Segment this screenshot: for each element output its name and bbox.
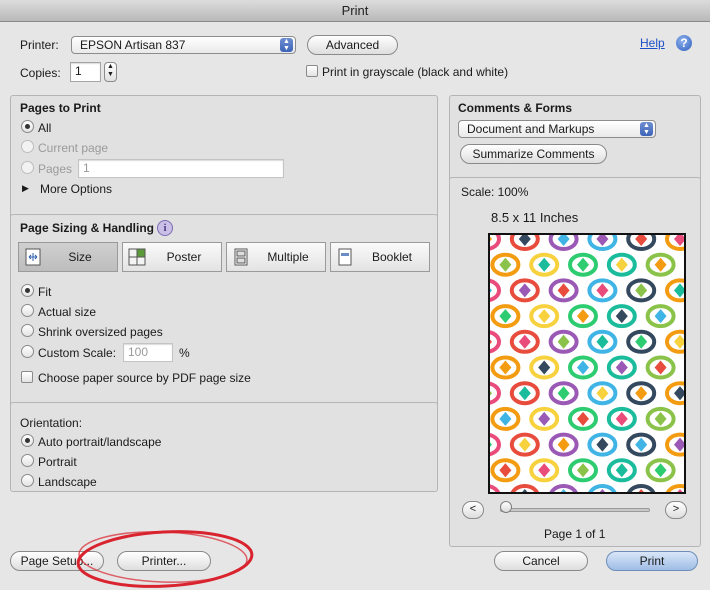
print-button[interactable]: Print <box>606 551 698 571</box>
summarize-comments-button[interactable]: Summarize Comments <box>460 144 607 164</box>
page-slider-thumb[interactable] <box>500 501 512 513</box>
booklet-tab-label: Booklet <box>371 250 413 264</box>
printer-label: Printer: <box>20 38 59 52</box>
multiple-tab[interactable]: Multiple <box>226 242 326 272</box>
booklet-tab[interactable]: Booklet <box>330 242 430 272</box>
copies-stepper[interactable]: ▲ ▼ <box>104 62 117 82</box>
advanced-button[interactable]: Advanced <box>307 35 398 55</box>
comments-forms-select-value: Document and Markups <box>467 122 595 136</box>
more-options-label[interactable]: More Options <box>40 182 112 196</box>
portrait-label: Portrait <box>38 455 77 469</box>
pages-range-field[interactable]: 1 <box>78 159 284 178</box>
printer-select[interactable]: EPSON Artisan 837 ▲ ▼ <box>71 36 296 54</box>
custom-scale-label: Custom Scale: <box>38 346 117 360</box>
paper-source-checkbox[interactable] <box>21 371 33 383</box>
size-tab-label: Size <box>68 250 92 264</box>
next-page-button[interactable]: > <box>665 501 687 519</box>
scale-label: Scale: 100% <box>461 185 529 199</box>
select-arrows-icon: ▲ ▼ <box>640 122 653 136</box>
multiple-pages-icon <box>234 248 248 266</box>
custom-scale-radio[interactable] <box>21 345 34 358</box>
portrait-radio[interactable] <box>21 454 34 467</box>
auto-orientation-radio[interactable] <box>21 434 34 447</box>
help-icon[interactable]: ? <box>676 35 692 51</box>
more-options-triangle-icon[interactable]: ▶ <box>22 183 29 194</box>
landscape-radio[interactable] <box>21 474 34 487</box>
all-pages-radio[interactable] <box>21 120 34 133</box>
orientation-title: Orientation: <box>20 416 83 430</box>
poster-tab-label: Poster <box>166 250 202 264</box>
auto-orientation-label: Auto portrait/landscape <box>38 435 162 449</box>
paper-source-label: Choose paper source by PDF page size <box>38 371 251 385</box>
grayscale-label: Print in grayscale (black and white) <box>322 65 509 79</box>
booklet-icon <box>338 248 352 266</box>
fit-label: Fit <box>38 285 52 299</box>
help-link[interactable]: Help <box>640 36 665 50</box>
current-page-radio[interactable] <box>21 140 34 153</box>
page-preview <box>471 227 710 508</box>
actual-size-label: Actual size <box>38 305 97 319</box>
all-pages-label: All <box>38 121 52 135</box>
grayscale-checkbox[interactable] <box>306 65 318 77</box>
pages-range-label: Pages <box>38 162 73 176</box>
shrink-oversized-label: Shrink oversized pages <box>38 325 163 339</box>
page-sizing-title: Page Sizing & Handling <box>20 221 155 235</box>
actual-size-radio[interactable] <box>21 304 34 317</box>
preview-pattern <box>471 227 710 508</box>
percent-label: % <box>179 346 190 360</box>
size-icon <box>25 248 41 266</box>
select-arrows-icon: ▲ ▼ <box>280 38 293 52</box>
page-size-label: 8.5 x 11 Inches <box>491 210 579 225</box>
cancel-button[interactable]: Cancel <box>494 551 588 571</box>
window-title: Print <box>0 0 710 22</box>
size-tab[interactable]: Size <box>18 242 118 272</box>
multiple-tab-label: Multiple <box>267 250 309 264</box>
landscape-label: Landscape <box>38 475 97 489</box>
page-slider-track[interactable] <box>500 508 650 512</box>
shrink-oversized-radio[interactable] <box>21 324 34 337</box>
copies-label: Copies: <box>20 66 61 80</box>
fit-radio[interactable] <box>21 284 34 297</box>
info-icon[interactable]: i <box>157 220 173 236</box>
comments-forms-title: Comments & Forms <box>458 101 573 115</box>
print-dialog: Printer: EPSON Artisan 837 ▲ ▼ Advanced H… <box>0 22 710 590</box>
printer-select-value: EPSON Artisan 837 <box>80 38 186 52</box>
poster-tab[interactable]: Poster <box>122 242 222 272</box>
red-circle-annotation <box>76 530 254 588</box>
copies-field[interactable]: 1 <box>70 62 101 82</box>
pages-range-radio[interactable] <box>21 161 34 174</box>
current-page-label: Current page <box>38 141 109 155</box>
comments-forms-select[interactable]: Document and Markups ▲ ▼ <box>458 120 656 138</box>
custom-scale-field[interactable]: 100 <box>123 343 173 362</box>
poster-icon <box>128 248 146 266</box>
previous-page-button[interactable]: < <box>462 501 484 519</box>
page-indicator: Page 1 of 1 <box>544 527 606 541</box>
pages-to-print-title: Pages to Print <box>20 101 101 115</box>
